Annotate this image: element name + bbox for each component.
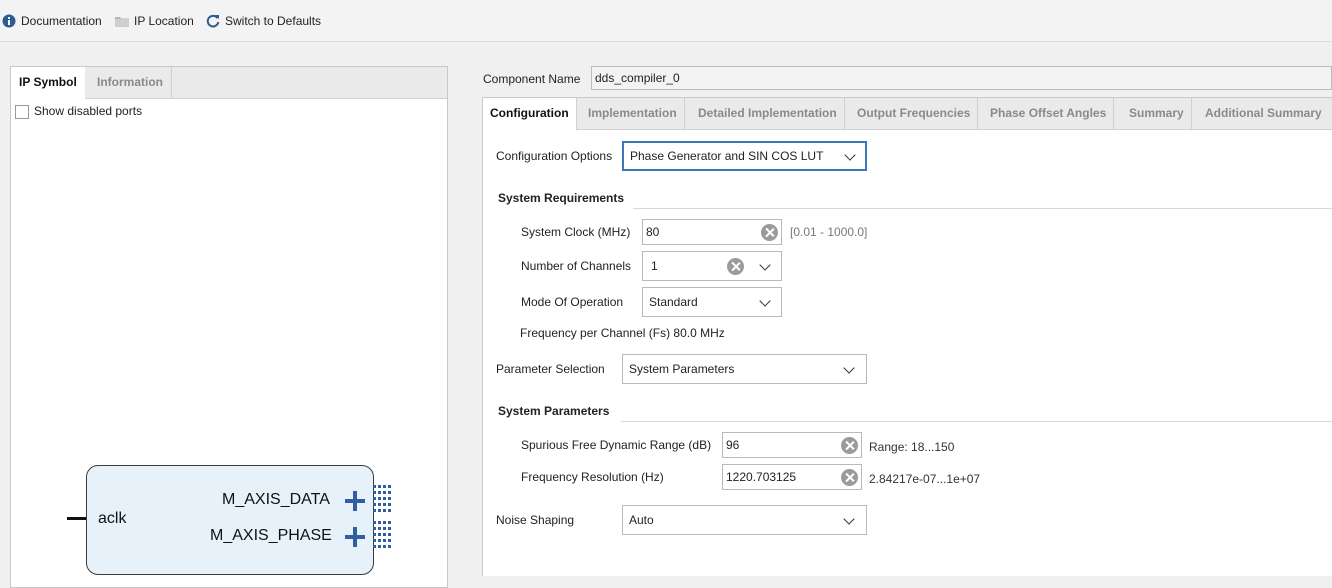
frequency-resolution-label: Frequency Resolution (Hz) [521, 470, 664, 484]
configuration-options-label: Configuration Options [496, 149, 613, 163]
tab-detailed-implementation[interactable]: Detailed Implementation [691, 98, 845, 129]
mode-of-operation-value: Standard [649, 295, 698, 309]
mode-of-operation-label: Mode Of Operation [521, 295, 624, 309]
refresh-icon [206, 14, 220, 28]
ip-symbol-panel: IP Symbol Information Show disabled port… [10, 66, 448, 588]
tab-output-frequencies[interactable]: Output Frequencies [850, 98, 979, 129]
component-name-label: Component Name [483, 72, 581, 86]
configuration-options-value: Phase Generator and SIN COS LUT [630, 149, 824, 163]
show-disabled-ports-label: Show disabled ports [34, 104, 143, 118]
switch-to-defaults-label: Switch to Defaults [225, 14, 322, 28]
sfdr-range: Range: 18...150 [869, 440, 955, 454]
switch-to-defaults-button[interactable]: Switch to Defaults [206, 14, 321, 28]
parameter-selection-value: System Parameters [629, 362, 735, 376]
system-requirements-heading: System Requirements [498, 191, 625, 205]
info-icon [2, 14, 16, 28]
noise-shaping-value: Auto [629, 513, 654, 527]
aclk-pin [67, 517, 87, 520]
chevron-down-icon [843, 513, 855, 525]
right-tab-bar: Configuration Implementation Detailed Im… [483, 98, 1332, 130]
clear-icon[interactable] [841, 469, 858, 486]
chevron-down-icon [843, 362, 855, 374]
noise-shaping-select[interactable]: Auto [622, 505, 867, 535]
tab-configuration[interactable]: Configuration [483, 98, 577, 130]
frequency-resolution-input[interactable]: 1220.703125 [722, 464, 862, 490]
section-divider [633, 208, 1332, 209]
number-of-channels-label: Number of Channels [521, 259, 632, 273]
tab-phase-offset-angles[interactable]: Phase Offset Angles [983, 98, 1115, 129]
parameter-selection-select[interactable]: System Parameters [622, 354, 867, 384]
tab-implementation[interactable]: Implementation [581, 98, 685, 129]
tab-information[interactable]: Information [89, 67, 172, 98]
clear-icon[interactable] [841, 437, 858, 454]
frequency-resolution-value: 1220.703125 [726, 470, 797, 484]
tab-additional-summary[interactable]: Additional Summary [1198, 98, 1329, 129]
system-parameters-heading: System Parameters [498, 404, 610, 418]
toolbar: Documentation IP Location Switch to Defa… [0, 0, 1332, 42]
aclk-port-label: aclk [98, 510, 127, 527]
ip-location-label: IP Location [134, 14, 194, 28]
expand-m-axis-data-icon[interactable] [345, 491, 365, 511]
configuration-panel: Configuration Implementation Detailed Im… [482, 97, 1332, 576]
system-clock-value: 80 [646, 225, 660, 239]
chevron-down-icon [759, 259, 771, 271]
configuration-options-select[interactable]: Phase Generator and SIN COS LUT [622, 141, 867, 171]
tab-ip-symbol[interactable]: IP Symbol [11, 67, 85, 99]
frequency-resolution-range: 2.84217e-07...1e+07 [869, 472, 981, 486]
component-name-field[interactable]: dds_compiler_0 [591, 66, 1332, 90]
documentation-label: Documentation [21, 14, 102, 28]
frequency-per-channel-text: Frequency per Channel (Fs) 80.0 MHz [520, 326, 725, 340]
m-axis-data-port-label: M_AXIS_DATA [222, 491, 330, 508]
ip-symbol-block [86, 465, 374, 575]
show-disabled-ports-checkbox[interactable] [15, 105, 29, 119]
sfdr-label: Spurious Free Dynamic Range (dB) [521, 438, 712, 452]
chevron-down-icon [759, 295, 771, 307]
chevron-down-icon [844, 149, 856, 161]
clear-icon[interactable] [727, 258, 744, 275]
section-divider [621, 421, 1332, 422]
sfdr-input[interactable]: 96 [722, 432, 862, 458]
clear-icon[interactable] [761, 224, 778, 241]
sfdr-value: 96 [726, 438, 740, 452]
bus-interface-phase-icon [373, 521, 393, 551]
noise-shaping-label: Noise Shaping [496, 513, 575, 527]
number-of-channels-select[interactable]: 1 [642, 251, 782, 281]
ip-location-button[interactable]: IP Location [115, 14, 194, 28]
system-clock-label: System Clock (MHz) [521, 225, 631, 239]
tab-summary[interactable]: Summary [1122, 98, 1192, 129]
m-axis-phase-port-label: M_AXIS_PHASE [210, 527, 332, 544]
number-of-channels-value: 1 [651, 259, 658, 273]
bus-interface-data-icon [373, 485, 393, 515]
folder-icon [115, 14, 129, 28]
parameter-selection-label: Parameter Selection [496, 362, 605, 376]
left-tab-bar: IP Symbol Information [11, 67, 447, 99]
system-clock-input[interactable]: 80 [642, 219, 782, 245]
mode-of-operation-select[interactable]: Standard [642, 287, 782, 317]
expand-m-axis-phase-icon[interactable] [345, 527, 365, 547]
documentation-button[interactable]: Documentation [2, 14, 102, 28]
system-clock-range: [0.01 - 1000.0] [790, 225, 868, 239]
